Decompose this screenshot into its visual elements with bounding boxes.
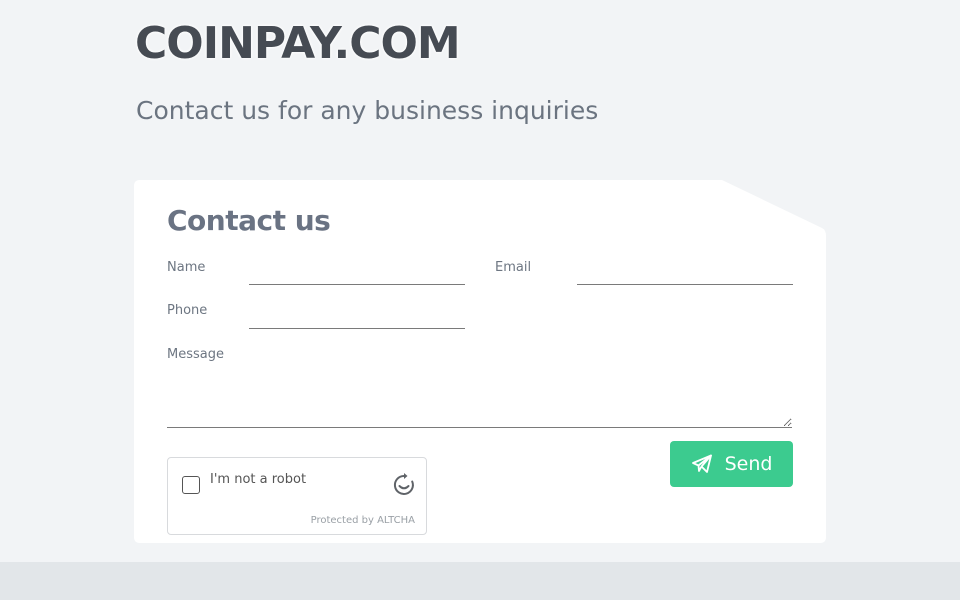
message-label: Message bbox=[167, 347, 224, 362]
paper-plane-icon bbox=[691, 454, 713, 474]
send-button[interactable]: Send bbox=[670, 441, 793, 487]
phone-field[interactable] bbox=[249, 308, 465, 329]
altcha-spinner-icon bbox=[392, 473, 416, 501]
site-logo-text: COINPAY.COM bbox=[135, 18, 461, 69]
page-tagline: Contact us for any business inquiries bbox=[136, 96, 599, 125]
email-field[interactable] bbox=[577, 264, 793, 285]
altcha-attribution: Protected by ALTCHA bbox=[310, 515, 415, 526]
phone-label: Phone bbox=[167, 303, 208, 318]
name-label: Name bbox=[167, 260, 206, 275]
contact-title: Contact us bbox=[167, 204, 331, 237]
captcha-checkbox[interactable] bbox=[182, 476, 200, 494]
footer-band bbox=[0, 562, 960, 600]
message-textarea[interactable] bbox=[167, 368, 792, 428]
send-button-label: Send bbox=[724, 453, 773, 475]
contact-card: Contact us Name Email Phone Message Send… bbox=[134, 180, 826, 543]
name-field[interactable] bbox=[249, 264, 465, 285]
captcha-label: I'm not a robot bbox=[210, 472, 307, 487]
email-label: Email bbox=[495, 260, 532, 275]
altcha-widget: I'm not a robot Protected by ALTCHA bbox=[167, 457, 427, 535]
